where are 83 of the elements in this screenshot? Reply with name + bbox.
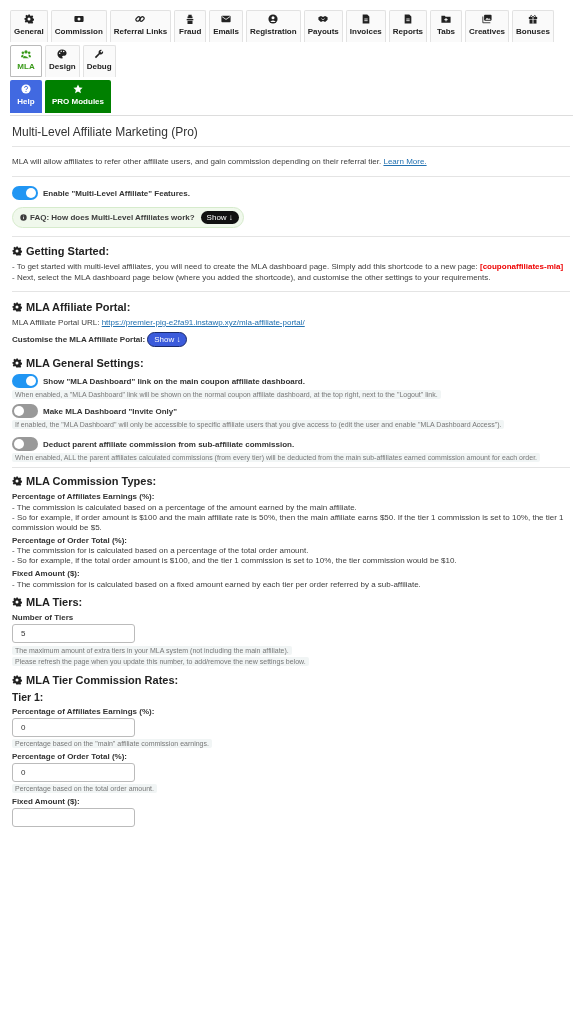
- tab[interactable]: Reports: [388, 10, 427, 42]
- show-button[interactable]: Show ↓: [200, 211, 239, 224]
- field-label: Number of Tiers: [12, 612, 75, 622]
- tab[interactable]: Invoices: [345, 10, 386, 42]
- tab[interactable]: General: [10, 10, 48, 42]
- info-icon: [20, 214, 27, 221]
- document-icon: [360, 14, 371, 24]
- input-field[interactable]: [12, 807, 135, 827]
- portal-url-link[interactable]: https://premier-pig-e2fa91.instawp.xyz/mla-affiliate-portal/: [101, 318, 305, 327]
- toggle-label: Make MLA Dashboard "Invite Only": [43, 406, 177, 416]
- toggle-label: Enable "Multi-Level Affiliate" Features.: [43, 188, 190, 198]
- gear-icon: [12, 302, 22, 312]
- customise-label: Customise the MLA Affiliate Portal:: [12, 335, 146, 344]
- tower-icon: [185, 14, 196, 24]
- toggle-switch[interactable]: [12, 374, 38, 388]
- toggle-label: Deduct parent affiliate commission from sub-affiliate commission.: [43, 439, 295, 449]
- number-field[interactable]: 5: [12, 623, 135, 643]
- tier-heading: Tier 1:: [12, 690, 45, 703]
- envelope-icon: [221, 14, 232, 24]
- handshake-icon: [318, 14, 329, 24]
- users-icon: [21, 49, 31, 59]
- tab[interactable]: Tabs: [430, 10, 462, 42]
- tab[interactable]: Design: [45, 45, 80, 77]
- faq-text: FAQ: How does Multi-Level Affiliates work?: [30, 213, 195, 222]
- intro-text: MLA will allow affiliates to refer other affiliate users, and gain commission depending on their referral tier. Learn More.: [12, 156, 428, 168]
- section-heading: MLA Tier Commission Rates:: [26, 673, 179, 686]
- star-icon: [73, 84, 83, 94]
- wrench-icon: [94, 49, 105, 59]
- learn-more-link[interactable]: Learn More.: [383, 157, 427, 166]
- banknote-icon: [73, 14, 84, 24]
- field-label: Percentage of Order Total (%):: [12, 751, 128, 761]
- tab[interactable]: Emails: [209, 10, 243, 42]
- folder-plus-icon: [441, 14, 451, 24]
- portal-url-text: MLA Affiliate Portal URL: https://premier-pig-e2fa91.instawp.xyz/mla-affiliate-portal/: [12, 318, 306, 327]
- input-field[interactable]: 0: [12, 717, 135, 737]
- toggle-switch[interactable]: [12, 437, 38, 451]
- document-icon: [402, 14, 413, 24]
- instruction-text: - To get started with multi-level affiliates, you will need to create the MLA dashboard page. Simply add this shortcode to a new page: [couponaffiliates-mla]: [12, 262, 565, 273]
- field-label: Percentage of Affiliates Earnings (%):: [12, 706, 156, 716]
- section-heading: MLA General Settings:: [26, 357, 144, 369]
- tab[interactable]: Fraud: [174, 10, 207, 42]
- tab[interactable]: Registration: [245, 10, 301, 42]
- images-icon: [482, 14, 493, 24]
- gear-icon: [12, 358, 22, 368]
- gear-icon: [12, 246, 22, 256]
- user-circle-icon: [268, 14, 279, 24]
- description-text: - The commission for is calculated based on a fixed amount earned by each tier per order referred by a sub-affiliate.: [12, 579, 422, 590]
- help-icon: [21, 84, 31, 94]
- page-title: Multi-Level Affiliate Marketing (Pro): [12, 116, 570, 147]
- type-title: Percentage of Affiliates Earnings (%):: [12, 492, 156, 503]
- instruction-text: - Next, select the MLA dashboard page below (where you added the shortcode), and customise the other settings to your requirements.: [12, 272, 492, 283]
- description-text: - So for example, if order amount is $100 and the main affiliate rate is 50%, then the main affiliate earns $50. If the tier 1 commission is set to 10%, the tier 1 commission would be $5.: [12, 512, 565, 533]
- type-title: Fixed Amount ($):: [12, 569, 81, 580]
- toggle-label: Show "MLA Dashboard" link on the main coupon affiliate dashboard.: [43, 376, 305, 386]
- tab[interactable]: Referral Links: [109, 10, 172, 42]
- gear-icon: [12, 476, 22, 486]
- toggle-switch[interactable]: [12, 186, 38, 200]
- tab[interactable]: Commission: [50, 10, 107, 42]
- tab[interactable]: Debug: [82, 45, 116, 77]
- gift-icon: [527, 14, 538, 24]
- input-field[interactable]: 0: [12, 762, 135, 782]
- section-heading: MLA Commission Types:: [26, 475, 157, 487]
- show-button[interactable]: Show ↓: [147, 332, 188, 347]
- description-text: - The commission is calculated based on a percentage of the amount earned by the main affiliate.: [12, 502, 358, 513]
- link-icon: [135, 14, 146, 24]
- tab[interactable]: Creatives: [465, 10, 510, 42]
- gear-icon: [12, 674, 22, 685]
- section-heading: MLA Affiliate Portal:: [26, 301, 131, 313]
- gear-icon: [23, 14, 34, 24]
- description-text: - The commission for is calculated based on a percentage of the total order amount.: [12, 546, 310, 556]
- section-heading: Getting Started:: [26, 245, 110, 257]
- field-label: Fixed Amount ($):: [12, 796, 81, 806]
- tab[interactable]: Payouts: [303, 10, 343, 42]
- tab[interactable]: MLA: [10, 45, 42, 77]
- tab[interactable]: Bonuses: [512, 10, 554, 42]
- palette-icon: [57, 49, 68, 59]
- description-text: - So for example, if the total order amount is $100, and the tier 1 commission is set to 10%, the tier commission would be $10.: [12, 556, 458, 566]
- pro-modules-tab[interactable]: PRO Modules: [45, 80, 111, 113]
- help-tab[interactable]: Help: [10, 80, 42, 113]
- toggle-switch[interactable]: [12, 404, 38, 418]
- section-heading: MLA Tiers:: [26, 595, 83, 608]
- gear-icon: [12, 596, 22, 607]
- type-title: Percentage of Order Total (%):: [12, 535, 128, 546]
